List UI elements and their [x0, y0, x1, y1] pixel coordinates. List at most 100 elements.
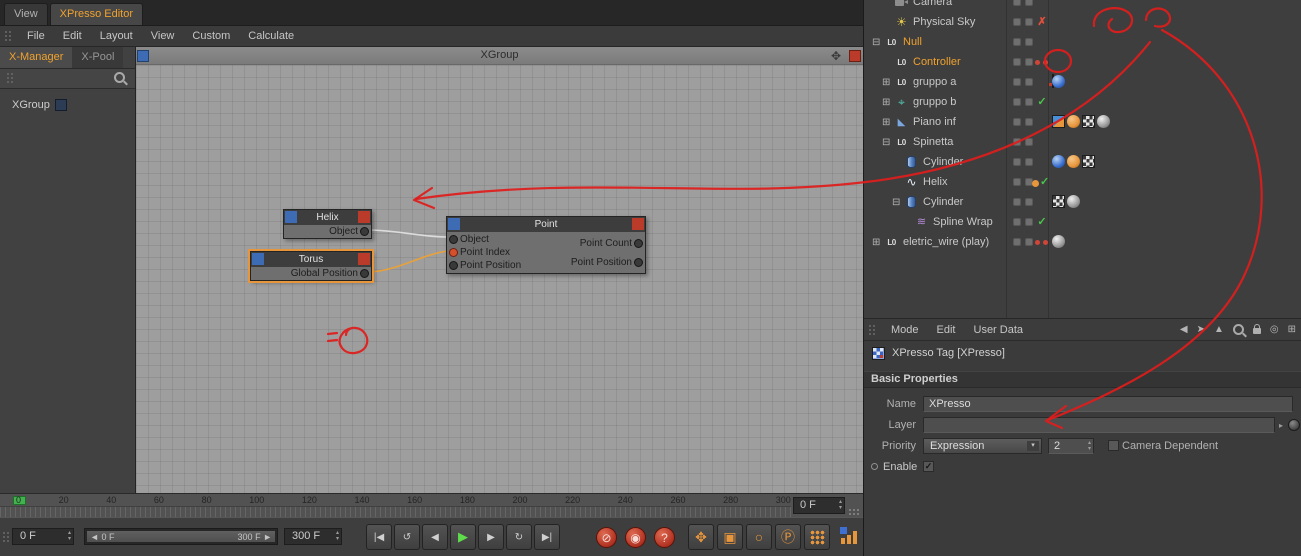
point-node-header[interactable]: Point	[447, 217, 645, 232]
helix-node[interactable]: Helix Object	[283, 209, 372, 239]
pair-tag[interactable]	[1052, 115, 1065, 128]
current-frame-spinner[interactable]: ▴ ▾	[68, 530, 71, 542]
xpresso-canvas[interactable]: XGroup ✥ Helix Object Point Object Point…	[136, 47, 863, 493]
range-right-arrow-icon[interactable]: ►	[263, 532, 272, 542]
timeline-range-slider[interactable]: ◄ 0 F 300 F ►	[84, 528, 278, 545]
sphere-gray-tag[interactable]	[1097, 115, 1110, 128]
end-frame-field[interactable]: 300 F ▴ ▾	[284, 528, 342, 545]
layer-browser-icon[interactable]	[1288, 419, 1300, 431]
frame-spinner[interactable]: ▴ ▾	[839, 499, 842, 511]
next-frame-button[interactable]: ▶	[478, 524, 504, 550]
sphere-blue-tag[interactable]	[1052, 75, 1065, 88]
dot-orange-tag[interactable]	[1067, 155, 1080, 168]
editor-visibility-dot[interactable]	[1013, 18, 1021, 26]
frame-ruler[interactable]: 0 20 40 60 80 100 120 140 160 180 200 220 240 260 280 3…	[0, 493, 863, 517]
object-row-spline-wrap[interactable]: ≋ Spline Wrap ✓	[864, 212, 1301, 232]
object-row-gruppo-a[interactable]: ⊞ L0 gruppo a	[864, 72, 1301, 92]
camera-dependent-checkbox[interactable]	[1108, 440, 1119, 451]
expand-icon[interactable]: ⊞	[882, 97, 894, 108]
layer-popup-icon[interactable]: ▸	[1279, 421, 1283, 430]
timeline-window-icon[interactable]	[840, 527, 859, 546]
record-active-objects-button[interactable]: ⊘	[596, 527, 617, 548]
previous-frame-button[interactable]: ◀	[422, 524, 448, 550]
node-input-corner-icon[interactable]	[448, 218, 460, 230]
editor-visibility-dot[interactable]	[1013, 98, 1021, 106]
node-output-corner-icon[interactable]	[358, 211, 370, 223]
render-visibility-dot[interactable]	[1025, 0, 1033, 6]
input-port-point-index[interactable]	[449, 248, 458, 257]
animation-ring-icon[interactable]	[871, 463, 878, 470]
render-visibility-dot[interactable]	[1025, 158, 1033, 166]
input-port-point-position[interactable]	[449, 261, 458, 270]
group-input-corner[interactable]	[137, 50, 149, 62]
range-left-arrow-icon[interactable]: ◄	[90, 532, 99, 542]
editor-visibility-dot[interactable]	[1013, 38, 1021, 46]
history-back-icon[interactable]: ◀	[1180, 324, 1188, 335]
object-row-spinetta[interactable]: ⊟ L0 Spinetta	[864, 132, 1301, 152]
play-forward-button[interactable]: ▶	[450, 524, 476, 550]
input-port-object[interactable]	[449, 235, 458, 244]
priority-number-spinner[interactable]: 2 ▴ ▾	[1048, 438, 1094, 454]
menu-calculate[interactable]: Calculate	[239, 30, 303, 42]
spinner-down-icon[interactable]: ▾	[1088, 446, 1091, 452]
spinner-down-icon[interactable]: ▾	[336, 536, 339, 542]
keyframe-selection-button[interactable]: ?	[654, 527, 675, 548]
lock-icon[interactable]	[1252, 324, 1261, 334]
priority-dropdown[interactable]: Expression ▾	[923, 438, 1042, 454]
editor-visibility-dot[interactable]	[1013, 158, 1021, 166]
search-icon[interactable]	[1232, 324, 1244, 335]
dot-orange-tag[interactable]	[1067, 115, 1080, 128]
sphere-gray-tag[interactable]	[1067, 195, 1080, 208]
tab-x-pool[interactable]: X-Pool	[72, 47, 124, 68]
output-port-point-count[interactable]	[634, 239, 643, 248]
sphere-blue-tag[interactable]	[1052, 155, 1065, 168]
layer-field[interactable]	[923, 417, 1275, 433]
keyframe-rotation-button[interactable]: ○	[746, 524, 772, 550]
checker-tag[interactable]	[1082, 115, 1095, 128]
name-field[interactable]: XPresso	[923, 396, 1293, 412]
editor-visibility-dot[interactable]	[1013, 0, 1021, 6]
object-row-eletric-wire-play[interactable]: ⊞ L0 eletric_wire (play)	[864, 232, 1301, 252]
goto-end-button[interactable]: ▶|	[534, 524, 560, 550]
collapse-icon[interactable]: ⊟	[882, 137, 894, 148]
editor-visibility-dot[interactable]	[1013, 218, 1021, 226]
render-visibility-dot[interactable]	[1025, 198, 1033, 206]
node-input-corner-icon[interactable]	[252, 253, 264, 265]
editor-visibility-dot[interactable]	[1013, 178, 1021, 186]
loop-button[interactable]: ↻	[506, 524, 532, 550]
torus-node-header[interactable]: Torus	[251, 252, 371, 267]
render-visibility-dot[interactable]	[1025, 78, 1033, 86]
current-frame-field[interactable]: 0 F ▴ ▾	[12, 528, 74, 545]
menu-edit[interactable]: Edit	[54, 30, 91, 42]
expand-icon[interactable]: ⊞	[882, 77, 894, 88]
editor-visibility-dot[interactable]	[1013, 138, 1021, 146]
helix-output-port-object[interactable]	[360, 227, 369, 236]
sphere-gray-tag[interactable]	[1052, 235, 1065, 248]
torus-node[interactable]: Torus Global Position	[250, 251, 372, 281]
toolbar-grip[interactable]	[2, 531, 10, 544]
timeline-range-bar[interactable]: ◄ 0 F 300 F ►	[87, 531, 275, 542]
attributes-menu-grip[interactable]	[868, 323, 877, 336]
object-row-cylinder[interactable]: Cylinder	[864, 152, 1301, 172]
object-row-piano-inf[interactable]: ⊞ ◣ Piano inf	[864, 112, 1301, 132]
editor-visibility-dot[interactable]	[1013, 78, 1021, 86]
render-visibility-dot[interactable]	[1025, 138, 1033, 146]
menubar-grip[interactable]	[4, 30, 13, 42]
new-panel-icon[interactable]: ⊞	[1288, 324, 1296, 335]
enable-checkbox[interactable]: ✓	[923, 461, 934, 472]
attributes-menu-user-data[interactable]: User Data	[965, 324, 1033, 336]
object-row-camera[interactable]: Camera	[864, 0, 1301, 12]
node-graph-area[interactable]: Helix Object Point Object Point Index Po…	[136, 65, 863, 493]
group-output-corner[interactable]	[849, 50, 861, 62]
tab-xpresso-editor[interactable]: XPresso Editor	[49, 3, 144, 25]
helix-node-header[interactable]: Helix	[284, 210, 371, 225]
object-row-controller[interactable]: L0 Controller	[864, 52, 1301, 88]
end-frame-spinner[interactable]: ▴ ▾	[336, 530, 339, 542]
checker-tag[interactable]	[1082, 155, 1095, 168]
ruler-frame-field[interactable]: 0 F ▴ ▾	[793, 497, 845, 514]
keyframe-parameter-button[interactable]: Ⓟ	[775, 524, 801, 550]
keyframe-position-button[interactable]: ✥	[688, 524, 714, 550]
up-icon[interactable]: ▲	[1214, 324, 1224, 335]
render-visibility-dot[interactable]	[1025, 118, 1033, 126]
autokeying-button[interactable]: ◉	[625, 527, 646, 548]
